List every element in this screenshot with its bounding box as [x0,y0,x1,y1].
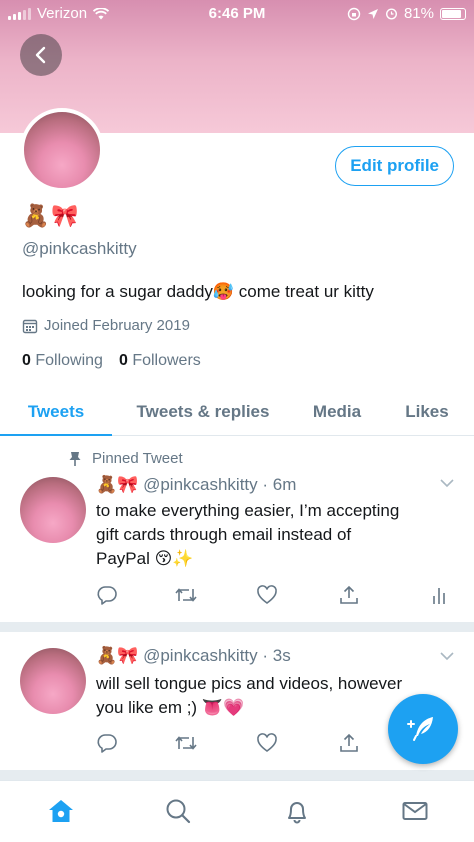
profile-bio: looking for a sugar daddy🥵 come treat ur… [22,282,374,301]
tweet-avatar[interactable] [20,477,86,543]
pinned-label: Pinned Tweet [92,450,183,467]
bottom-navigation [0,780,474,842]
heart-icon[interactable] [256,584,278,611]
tweet-header: 🧸🎀 @pinkcashkitty · 3s [96,646,291,666]
retweet-icon[interactable] [174,584,198,611]
compose-feather-icon [407,717,433,741]
followers-label: Followers [132,352,201,369]
chevron-down-icon[interactable] [440,479,454,488]
location-icon [367,8,378,19]
tweet-time: · 6m [262,475,297,494]
tab-media[interactable]: Media [294,388,380,435]
profile-tabs: Tweets Tweets & replies Media Likes [0,388,474,436]
profile-handle: @pinkcashkitty [22,239,137,258]
following-count: 0 [22,352,31,369]
retweet-icon[interactable] [174,732,198,759]
joined-date: Joined February 2019 [44,317,190,334]
tweet-text: to make everything easier, I’m accepting… [96,499,456,571]
tweet-separator [0,622,474,632]
battery-icon [440,7,466,20]
followers-count: 0 [118,352,128,369]
tweet-text-line: PayPal 😚✨ [96,549,194,568]
tab-tweets-replies[interactable]: Tweets & replies [112,388,294,435]
back-button[interactable] [20,34,62,76]
analytics-icon[interactable] [432,584,446,611]
tweet-actions [96,584,456,606]
bell-icon[interactable] [283,797,311,830]
follow-stats: 0 Following 0 Followers [22,352,201,370]
compose-tweet-button[interactable] [388,694,458,764]
tweet-display-name[interactable]: 🧸🎀 [96,646,138,665]
edit-profile-button[interactable]: Edit profile [335,146,454,186]
profile-joined: Joined February 2019 [22,317,190,334]
search-icon[interactable] [164,797,192,830]
followers-link[interactable]: 0 Followers [119,352,201,370]
chevron-down-icon[interactable] [440,652,454,661]
back-arrow-icon [35,46,46,64]
tweet-time: · 3s [262,646,291,665]
tweet-handle[interactable]: @pinkcashkitty [143,646,258,665]
tweet-avatar[interactable] [20,648,86,714]
tweet-separator [0,770,474,780]
calendar-icon [22,319,38,333]
share-icon[interactable] [338,732,360,759]
status-bar: Verizon 6:46 PM 81% [0,0,474,28]
tweet-text-line: will sell tongue pics and videos, howeve… [96,674,403,693]
reply-icon[interactable] [96,732,118,759]
tweet-display-name[interactable]: 🧸🎀 [96,475,138,494]
following-label: Following [35,352,103,369]
mail-icon[interactable] [401,797,429,830]
share-icon[interactable] [338,584,360,611]
heart-icon[interactable] [256,732,278,759]
home-icon[interactable] [47,797,75,830]
profile-avatar[interactable] [20,108,104,192]
pin-icon [69,451,81,466]
following-link[interactable]: 0 Following [22,352,103,370]
tab-tweets[interactable]: Tweets [0,388,112,436]
reply-icon[interactable] [96,584,118,611]
tweet-handle[interactable]: @pinkcashkitty [143,475,258,494]
profile-display-name: 🧸🎀 [22,203,81,228]
pinned-indicator: Pinned Tweet [68,450,183,467]
status-right: 81% [347,5,466,22]
alarm-icon [385,8,397,20]
battery-percent: 81% [403,5,434,22]
tweet-pinned[interactable]: Pinned Tweet 🧸🎀 @pinkcashkitty · 6m to m… [0,437,474,622]
tweet-header: 🧸🎀 @pinkcashkitty · 6m [96,475,296,495]
tweet-text-line: to make everything easier, I’m accepting [96,501,400,520]
tab-likes[interactable]: Likes [380,388,474,435]
tweet-text-line: gift cards through email instead of [96,525,352,544]
screen-lock-icon [347,7,361,20]
